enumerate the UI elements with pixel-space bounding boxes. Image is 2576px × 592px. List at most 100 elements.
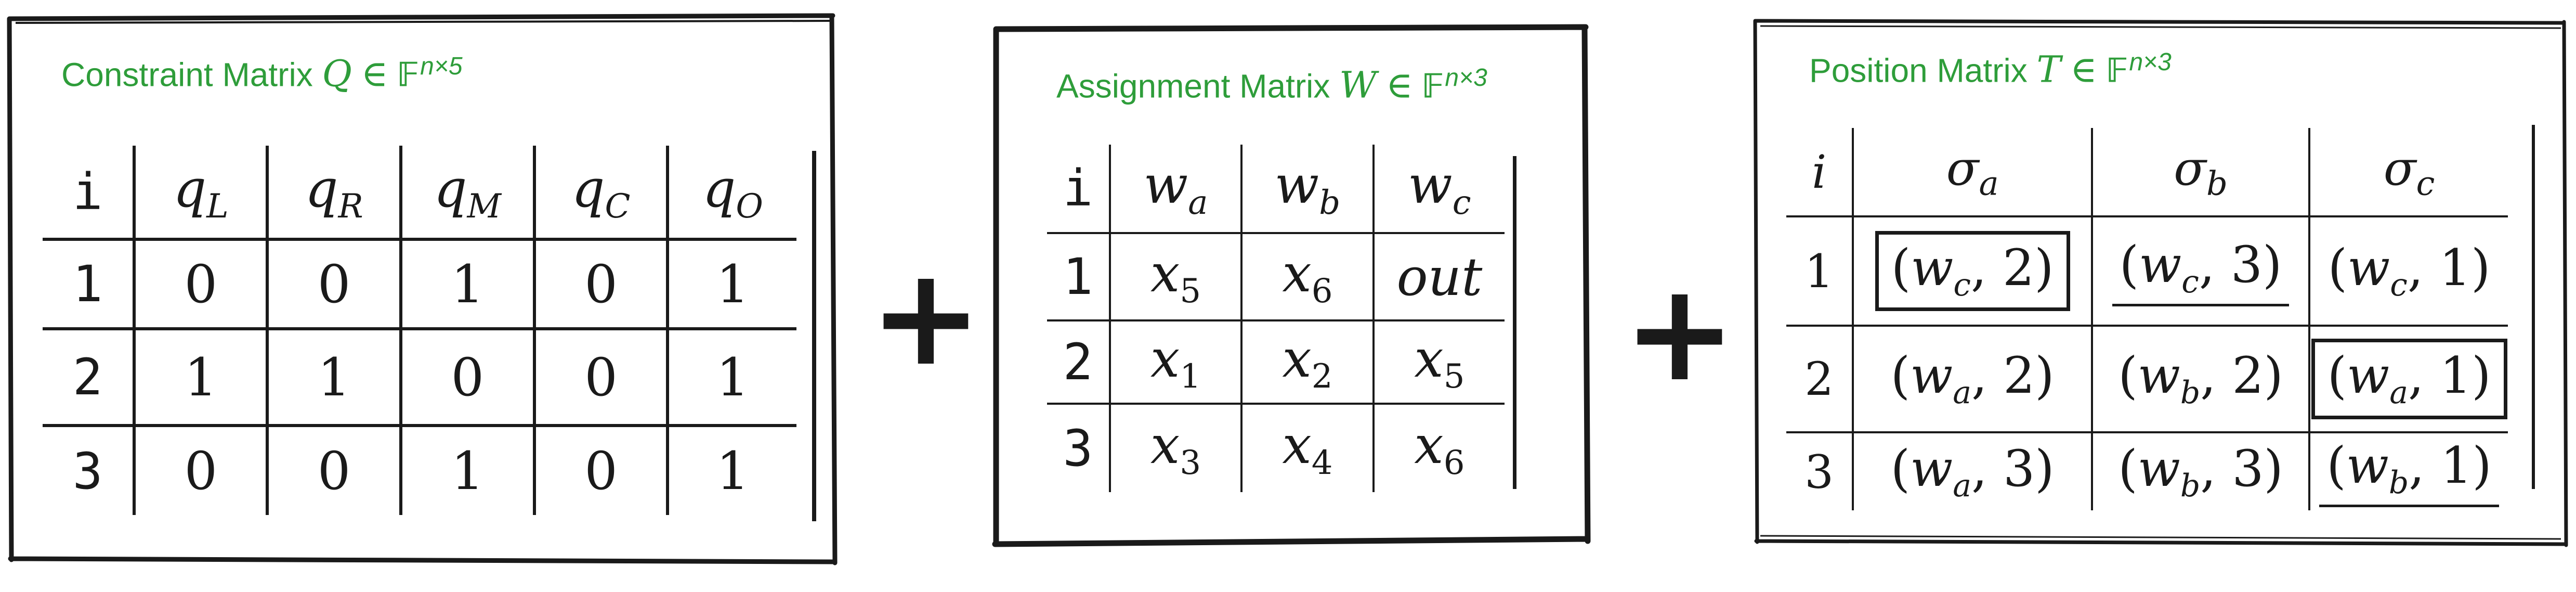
row-index: 3 [1804, 445, 1834, 499]
assignment-matrix-table: i wa wb wc 1 x5 x6 out 2 x1 x2 x5 3 x3 x4 x6 [1047, 145, 1505, 492]
constraint-matrix-title: Constraint Matrix Q ∈ 𝔽n×5 [61, 52, 463, 95]
header-symbol: σ [2383, 140, 2416, 196]
wire-symbol: wa [2347, 346, 2408, 411]
position-index: 2 [2003, 346, 2035, 405]
matrix-cell: 1 [133, 329, 268, 427]
header-subscript: c [2416, 164, 2435, 203]
position-index: 1 [2440, 346, 2472, 405]
matrix-cell: 0 [532, 426, 668, 515]
position-index: 2 [2003, 238, 2035, 297]
wire-subscript: c [1953, 267, 1971, 304]
wire-base: w [2139, 236, 2182, 294]
variable-name: x [1282, 328, 1312, 389]
wire-base: w [2137, 439, 2180, 498]
table-row: 1 (wc, 2) (wc, 3) (wc, 1) [1786, 216, 2508, 327]
table-row: 2 x1 x2 x5 [1047, 320, 1505, 405]
matrix-cell: 1 [666, 239, 796, 330]
wire-base: w [2137, 346, 2180, 405]
variable-subscript: 5 [1443, 357, 1465, 396]
matrix-cell: (wa, 3) [1852, 432, 2092, 510]
constraint-matrix-table: i qL qR qM qC qO 100101211001300101 [43, 146, 796, 515]
position-index: 2 [2232, 346, 2264, 405]
column-header-w-c: wc [1372, 145, 1505, 234]
header-symbol: w [1143, 155, 1188, 215]
wire-subscript: b [2180, 375, 2201, 411]
variable-subscript: 1 [1180, 357, 1201, 396]
constraint-matrix-right-bar [812, 151, 816, 521]
variable-name: x [1150, 328, 1180, 389]
matrix-cell: x5 [1372, 320, 1505, 405]
row-index: 2 [1047, 320, 1110, 405]
wire-base: w [2347, 238, 2390, 297]
wire-symbol: wb [2346, 436, 2409, 501]
matrix-cell: (wb, 1) [2308, 432, 2508, 510]
column-header-sigma-a: σa [1852, 128, 2092, 217]
plus-sign-1: + [869, 239, 983, 396]
wire-symbol: wa [1910, 346, 1971, 411]
header-symbol: w [1408, 155, 1453, 215]
position-index: 1 [2440, 436, 2473, 495]
variable-subscript: 3 [1180, 444, 1201, 482]
index-header: i [1786, 128, 1853, 217]
header-row: i wa wb wc [1047, 145, 1505, 234]
variable-subscript: 4 [1311, 444, 1333, 482]
table-row: 300101 [43, 426, 796, 515]
row-index: 3 [1063, 419, 1093, 478]
matrix-cell: 0 [133, 239, 268, 330]
matrix-cell: x1 [1108, 320, 1242, 405]
header-symbol: σ [1946, 140, 1979, 196]
header-symbol: q [305, 158, 338, 219]
variable-name: x [1150, 243, 1180, 304]
matrix-cell: (wc, 2) [1852, 216, 2092, 327]
matrix-cell: 0 [133, 426, 268, 515]
matrix-cell: 1 [399, 239, 534, 330]
matrix-cell: x3 [1108, 404, 1242, 492]
header-symbol: w [1274, 155, 1319, 215]
wire-base: w [1910, 346, 1953, 405]
position-index: 3 [2230, 236, 2263, 294]
wire-subscript: b [2388, 465, 2409, 501]
matrix-cell: 1 [399, 426, 534, 515]
table-row: 3 x3 x4 x6 [1047, 404, 1505, 492]
matrix-cell: 1 [666, 329, 796, 427]
position-index: 3 [2232, 439, 2264, 498]
wire-subscript: c [2181, 264, 2199, 301]
position-matrix-title: Position Matrix T ∈ 𝔽n×3 [1809, 48, 2172, 91]
wire-subscript: c [2390, 267, 2408, 304]
header-symbol: σ [2174, 140, 2206, 196]
matrix-cell: (wc, 1) [2308, 216, 2508, 327]
header-symbol: q [571, 158, 605, 219]
position-index: 1 [2439, 238, 2471, 297]
header-symbol: q [702, 158, 736, 219]
wire-subscript: a [2389, 375, 2408, 411]
variable-subscript: 5 [1180, 272, 1201, 311]
row-index: 1 [1047, 233, 1110, 321]
wire-symbol: wa [1910, 440, 1971, 504]
header-symbol: q [434, 158, 467, 219]
matrix-cell: x6 [1240, 233, 1374, 321]
wire-base: w [2347, 346, 2390, 405]
column-header-q-c: qC [532, 146, 668, 241]
index-header: i [1047, 145, 1110, 234]
column-header-w-a: wa [1108, 145, 1242, 234]
header-subscript: c [1452, 184, 1471, 222]
row-index: 1 [1786, 216, 1853, 327]
header-subscript: O [736, 187, 763, 226]
wire-subscript: b [2180, 468, 2201, 505]
matrix-cell: 1 [266, 329, 401, 427]
wire-symbol: wc [1911, 238, 1971, 303]
cell-value: (wa, 2) [1890, 346, 2055, 411]
column-header-q-r: qR [266, 146, 401, 241]
matrix-cell: 0 [266, 426, 401, 515]
highlighted-cell-box: (wc, 2) [1875, 230, 2070, 312]
cell-value: (wc, 1) [2327, 238, 2491, 304]
wire-subscript: a [1953, 468, 1972, 505]
header-subscript: L [206, 187, 229, 226]
column-header-w-b: wb [1240, 145, 1374, 234]
cell-value: (wb, 3) [2118, 439, 2283, 505]
wire-base: w [1911, 238, 1954, 297]
variable-name: out [1396, 246, 1483, 307]
position-matrix-table: i σa σb σc 1 (wc, 2) (wc, 3) (wc, 1) 2 (wa, 2) (wb… [1786, 128, 2508, 510]
cell-value: (wb, 2) [2118, 346, 2283, 411]
plus-sign-2: + [1623, 254, 1736, 411]
